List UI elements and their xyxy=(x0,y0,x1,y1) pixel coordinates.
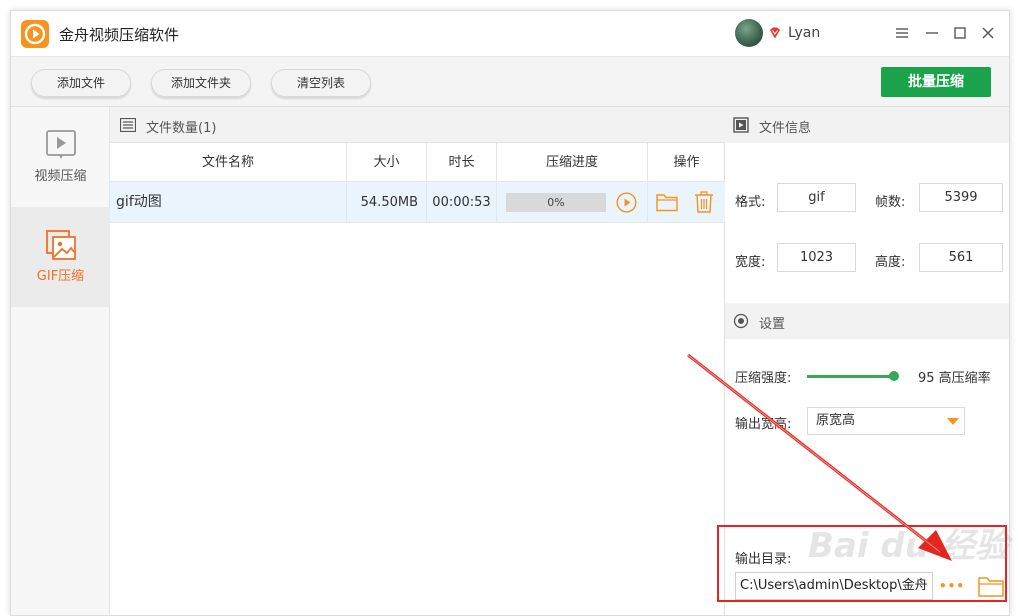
sidebar: 视频压缩 GIF压缩 xyxy=(11,107,110,615)
frames-label: 帧数: xyxy=(875,195,906,210)
file-info-title: 文件信息 xyxy=(759,121,812,136)
sidebar-item-gif[interactable]: GIF压缩 xyxy=(11,207,110,307)
format-label: 格式: xyxy=(735,195,766,210)
clear-list-button[interactable]: 清空列表 xyxy=(271,69,371,97)
minimize-icon[interactable] xyxy=(920,21,944,45)
file-info-header: 文件信息 xyxy=(725,107,1009,143)
film-icon xyxy=(733,117,749,137)
settings-title: 设置 xyxy=(759,317,786,332)
column-header-actions: 操作 xyxy=(673,155,700,170)
table-row[interactable]: gif动图 54.50MB 00:00:53 0% xyxy=(110,182,725,223)
height-field: 561 xyxy=(919,243,1003,272)
menu-icon[interactable] xyxy=(890,21,914,45)
column-header-name: 文件名称 xyxy=(110,143,347,182)
close-icon[interactable] xyxy=(976,21,1000,45)
width-label: 宽度: xyxy=(735,255,766,270)
file-size: 54.50MB xyxy=(347,182,427,223)
play-icon[interactable] xyxy=(616,192,637,213)
file-count: (1) xyxy=(198,121,217,136)
file-count-text: 文件数量 xyxy=(146,121,199,136)
sidebar-item-video[interactable]: 视频压缩 xyxy=(11,107,110,207)
output-size-label: 输出宽高: xyxy=(735,417,792,432)
username[interactable]: Lyan xyxy=(788,25,820,41)
strength-value: 95 高压缩率 xyxy=(918,371,991,386)
progress-bar: 0% xyxy=(506,193,606,212)
settings-radio-icon xyxy=(733,313,749,333)
add-file-button[interactable]: 添加文件 xyxy=(31,69,131,97)
height-label: 高度: xyxy=(875,255,906,270)
list-icon xyxy=(119,117,137,136)
width-field: 1023 xyxy=(777,243,856,272)
file-list-header: 文件数量(1) xyxy=(110,107,725,143)
column-header-progress: 压缩进度 xyxy=(497,143,648,182)
frames-field: 5399 xyxy=(919,183,1003,212)
toolbar: 添加文件 添加文件夹 清空列表 批量压缩 xyxy=(11,57,1009,107)
app-title: 金舟视频压缩软件 xyxy=(59,26,180,44)
sidebar-item-label: 视频压缩 xyxy=(34,169,87,184)
output-size-select[interactable]: 原宽高 xyxy=(807,407,965,435)
strength-slider-track[interactable] xyxy=(807,375,893,378)
delete-icon[interactable] xyxy=(694,191,714,213)
file-list: 文件数量(1) 文件名称 大小 时长 压缩进度 操作 gif动图 54.50MB… xyxy=(110,107,725,615)
vip-diamond-icon xyxy=(768,26,782,40)
open-folder-icon[interactable] xyxy=(656,192,678,212)
settings-header: 设置 xyxy=(725,303,1009,339)
format-field: gif xyxy=(777,183,856,212)
strength-slider-thumb[interactable] xyxy=(889,371,899,381)
file-name: gif动图 xyxy=(110,182,347,223)
column-header-duration: 时长 xyxy=(427,143,497,182)
maximize-icon[interactable] xyxy=(948,21,972,45)
title-bar: 金舟视频压缩软件 Lyan xyxy=(11,11,1009,57)
sidebar-item-label: GIF压缩 xyxy=(36,269,85,284)
table-header: 文件名称 大小 时长 压缩进度 操作 xyxy=(110,143,725,182)
column-header-size: 大小 xyxy=(347,143,427,182)
dropdown-arrow-icon[interactable] xyxy=(947,418,959,425)
batch-compress-button[interactable]: 批量压缩 xyxy=(881,67,991,97)
user-avatar[interactable] xyxy=(735,19,763,47)
video-icon xyxy=(45,129,77,161)
annotation-highlight-box xyxy=(717,525,1007,602)
strength-label: 压缩强度: xyxy=(735,371,792,386)
app-logo-icon xyxy=(21,20,49,48)
add-folder-button[interactable]: 添加文件夹 xyxy=(151,69,251,97)
gif-image-icon xyxy=(45,229,77,261)
file-duration: 00:00:53 xyxy=(427,182,497,223)
file-count-label: 文件数量(1) xyxy=(146,117,216,136)
